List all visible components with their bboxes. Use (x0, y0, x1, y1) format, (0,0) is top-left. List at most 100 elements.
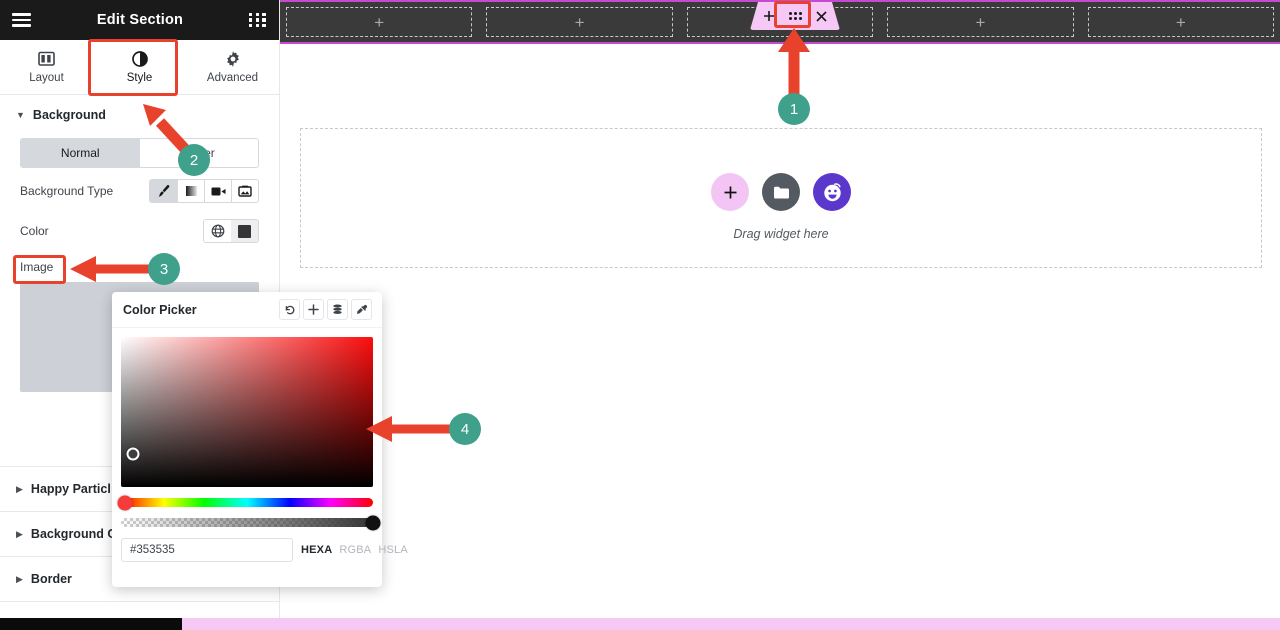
plus-icon: + (374, 12, 385, 32)
accordion-background-overlay-label: Background O (30, 527, 118, 541)
bottom-status-bar (0, 618, 1280, 630)
plus-icon (308, 304, 319, 315)
close-x-icon (816, 11, 827, 22)
panel-header: Edit Section (0, 0, 279, 40)
column-placeholder[interactable]: + (1087, 7, 1275, 37)
step-badge-4: 4 (449, 413, 481, 445)
bottom-bar-dark (0, 618, 182, 630)
screenshot-root: + + + + + (0, 0, 1280, 630)
hue-slider[interactable] (117, 495, 373, 510)
background-type-classic[interactable] (150, 180, 177, 202)
color-library-button[interactable] (327, 299, 348, 320)
saturation-value-handle[interactable] (126, 447, 140, 461)
color-format-tabs: HEXA RGBA HSLA (301, 544, 408, 556)
add-widget-button[interactable] (711, 173, 749, 211)
reset-undo-icon (285, 305, 294, 314)
eyedropper-button[interactable] (351, 299, 372, 320)
color-swatch-icon (238, 224, 251, 238)
format-tab-hsla[interactable]: HSLA (378, 544, 408, 556)
annotation-arrow-1 (778, 28, 810, 98)
drag-handle-dots-icon (789, 12, 802, 20)
plus-icon (763, 10, 775, 22)
background-section-title: Background (32, 108, 106, 122)
brush-icon (158, 185, 169, 197)
widget-buttons-row (301, 173, 1261, 211)
background-color-controls (203, 219, 259, 243)
color-picker-tools (279, 299, 372, 320)
caret-right-icon: ▶ (16, 573, 23, 584)
add-color-button[interactable] (303, 299, 324, 320)
caret-right-icon: ▶ (16, 483, 23, 494)
alpha-slider-handle[interactable] (365, 515, 381, 530)
background-type-slideshow[interactable] (231, 180, 258, 202)
contrast-icon (131, 50, 148, 67)
hamburger-icon[interactable] (12, 13, 31, 27)
background-color-row: Color (0, 208, 279, 248)
step-badge-3: 3 (148, 253, 180, 285)
gradient-icon (185, 186, 197, 196)
background-type-gradient[interactable] (177, 180, 204, 202)
state-tab-normal[interactable]: Normal (21, 139, 140, 167)
column-placeholder[interactable]: + (887, 7, 1074, 37)
tab-layout-label: Layout (29, 72, 64, 84)
dropzone-hint-text: Drag widget here (733, 227, 829, 241)
eyedropper-icon (356, 304, 367, 314)
format-tab-rgba[interactable]: RGBA (339, 544, 371, 556)
bottom-bar-accent (182, 618, 1280, 630)
alpha-slider[interactable] (121, 515, 381, 530)
tab-style-label: Style (126, 72, 153, 84)
color-picker-footer: HEXA RGBA HSLA (112, 527, 408, 562)
plus-icon: + (1175, 12, 1186, 32)
tab-advanced[interactable]: Advanced (186, 40, 279, 94)
gear-icon (225, 50, 241, 67)
accordion-happy-particles-label: Happy Particl (30, 482, 111, 496)
tab-style[interactable]: Style (93, 40, 186, 94)
folder-icon (773, 186, 789, 198)
column-placeholder[interactable]: + (286, 7, 473, 37)
panel-divider (0, 601, 279, 602)
column-placeholder[interactable]: + (486, 7, 673, 37)
hex-value-input[interactable] (121, 538, 293, 562)
background-type-video[interactable] (204, 180, 231, 202)
step-badge-1: 1 (778, 93, 810, 125)
video-icon (211, 187, 225, 195)
background-type-row: Background Type (0, 168, 279, 208)
hue-bar (121, 498, 373, 507)
format-tab-hexa[interactable]: HEXA (301, 544, 332, 556)
accordion-border-label: Border (30, 572, 72, 586)
slideshow-icon (238, 185, 252, 197)
annotation-arrow-3 (70, 256, 154, 282)
color-picker-header: Color Picker (112, 292, 382, 328)
page-title: Edit Section (96, 12, 184, 28)
grid-apps-icon[interactable] (249, 12, 267, 28)
layout-icon (38, 50, 55, 67)
color-swatch-button[interactable] (231, 220, 258, 242)
background-type-label: Background Type (20, 184, 114, 198)
happy-face-icon (823, 182, 841, 201)
reset-color-button[interactable] (279, 299, 300, 320)
global-colors-button[interactable] (204, 220, 231, 242)
hue-slider-handle[interactable] (117, 495, 133, 510)
annotation-arrow-4 (366, 416, 456, 442)
background-type-choices (149, 179, 259, 203)
alpha-bar (121, 518, 373, 527)
palette-library-icon (333, 304, 342, 314)
saturation-value-area[interactable] (121, 337, 373, 487)
plus-icon (724, 186, 736, 198)
happy-addons-button[interactable] (813, 173, 851, 211)
caret-right-icon: ▶ (16, 528, 23, 539)
widget-dropzone[interactable]: Drag widget here (300, 128, 1262, 268)
tab-advanced-label: Advanced (206, 72, 259, 84)
color-picker-title: Color Picker (123, 302, 197, 317)
panel-tabs: Layout Style Advanced (0, 40, 279, 95)
globe-icon (211, 224, 224, 238)
plus-icon: + (975, 12, 986, 32)
color-picker-popup: Color Picker #353535 HEXA RGBA HSLA (112, 292, 408, 587)
caret-down-icon: ▼ (16, 110, 25, 120)
tab-layout[interactable]: Layout (0, 40, 93, 94)
color-picker-body (112, 328, 382, 530)
step-badge-2: 2 (178, 144, 210, 176)
open-template-library-button[interactable] (762, 173, 800, 211)
plus-icon: + (574, 12, 585, 32)
background-color-label: Color (20, 224, 49, 238)
